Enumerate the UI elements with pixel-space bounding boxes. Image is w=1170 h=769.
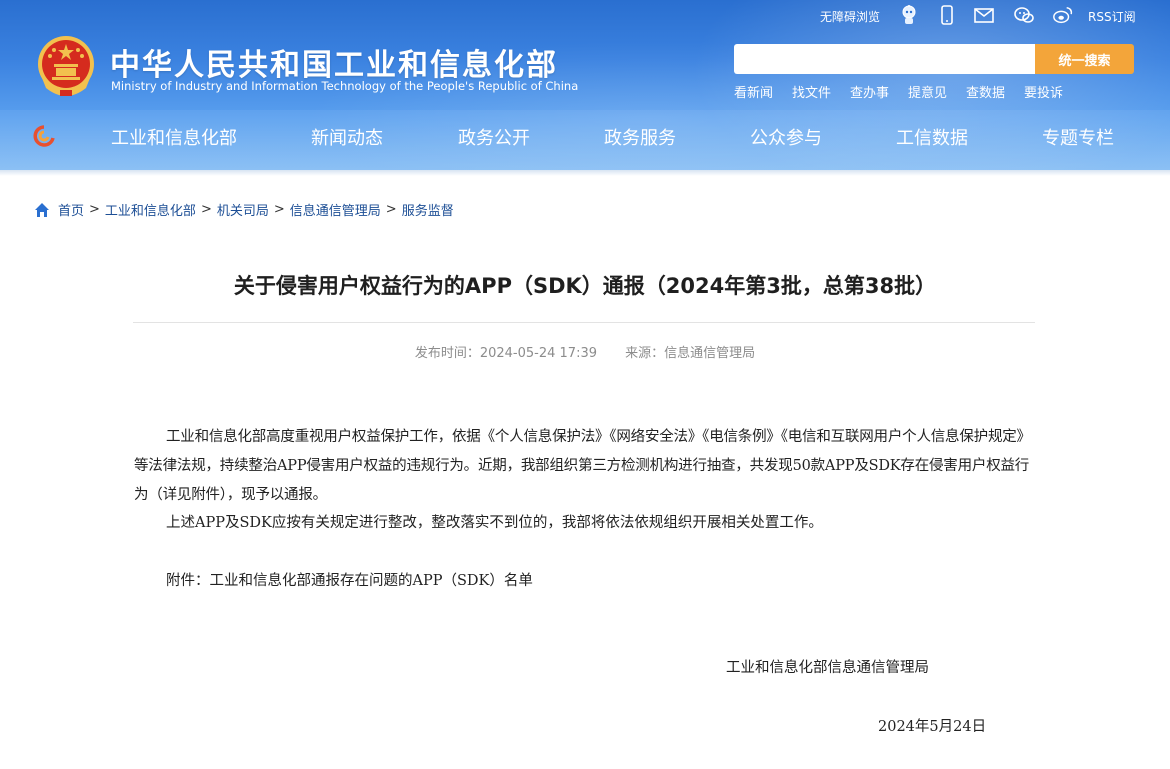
breadcrumb-separator: > <box>273 202 285 217</box>
breadcrumb-bureau[interactable]: 信息通信管理局 <box>290 200 381 219</box>
publish-time: 发布时间：2024-05-24 17:39 <box>414 346 597 361</box>
quick-link-feedback[interactable]: 提意见 <box>908 82 947 101</box>
mobile-icon[interactable] <box>936 4 958 26</box>
article-date: 2024年5月24日 <box>878 719 987 735</box>
nav-item-government-services[interactable]: 政务服务 <box>604 124 676 150</box>
search-button[interactable]: 统一搜索 <box>1035 44 1134 74</box>
wechat-icon[interactable] <box>1013 4 1035 26</box>
nav-item-data[interactable]: 工信数据 <box>896 124 968 150</box>
nav-item-public-participation[interactable]: 公众参与 <box>750 124 822 150</box>
breadcrumb-separator: > <box>385 202 397 217</box>
article-paragraph: 工业和信息化部高度重视用户权益保护工作，依据《个人信息保护法》《网络安全法》《电… <box>134 429 1031 503</box>
breadcrumb: 首页 > 工业和信息化部 > 机关司局 > 信息通信管理局 > 服务监督 <box>34 200 454 219</box>
quick-link-data[interactable]: 查数据 <box>966 82 1005 101</box>
article-title: 关于侵害用户权益行为的APP（SDK）通报（2024年第3批，总第38批） <box>233 274 937 298</box>
breadcrumb-supervision[interactable]: 服务监督 <box>402 200 454 219</box>
search-input[interactable] <box>734 44 1035 74</box>
robot-icon[interactable] <box>898 4 920 26</box>
emblem-icon[interactable] <box>36 34 96 98</box>
breadcrumb-home[interactable]: 首页 <box>58 200 84 219</box>
quick-link-files[interactable]: 找文件 <box>792 82 831 101</box>
breadcrumb-separator: > <box>89 202 100 217</box>
breadcrumb-departments[interactable]: 机关司局 <box>217 200 269 219</box>
quick-link-services[interactable]: 查办事 <box>850 82 889 101</box>
mail-icon[interactable] <box>973 4 995 26</box>
rss-link[interactable]: RSS订阅 <box>1088 8 1136 25</box>
nav-item-ministry[interactable]: 工业和信息化部 <box>111 124 237 150</box>
site-title[interactable]: 中华人民共和国工业和信息化部 <box>110 40 558 84</box>
nav-logo-icon[interactable] <box>32 125 56 147</box>
quick-link-news[interactable]: 看新闻 <box>734 82 773 101</box>
quick-link-complaint[interactable]: 要投诉 <box>1024 82 1063 101</box>
weibo-icon[interactable] <box>1052 4 1074 26</box>
attachment-link[interactable]: 附件：工业和信息化部通报存在问题的APP（SDK）名单 <box>166 567 1026 596</box>
nav-item-special-topics[interactable]: 专题专栏 <box>1042 124 1114 150</box>
breadcrumb-separator: > <box>200 202 212 217</box>
site-header: 中华人民共和国工业和信息化部 Ministry of Industry and … <box>0 0 1170 170</box>
nav-item-government-affairs[interactable]: 政务公开 <box>458 124 530 150</box>
accessibility-link[interactable]: 无障碍浏览 <box>820 4 880 28</box>
header-shadow <box>0 170 1170 176</box>
site-subtitle: Ministry of Industry and Information Tec… <box>111 79 579 93</box>
title-divider <box>133 322 1035 323</box>
breadcrumb-ministry[interactable]: 工业和信息化部 <box>105 200 196 219</box>
article-source: 来源：信息通信管理局 <box>625 346 756 361</box>
nav-item-news[interactable]: 新闻动态 <box>311 124 383 150</box>
article-paragraph: 上述APP及SDK应按有关规定进行整改，整改落实不到位的，我部将依法依规组织开展… <box>166 515 823 531</box>
article-signer: 工业和信息化部信息通信管理局 <box>726 660 929 676</box>
article-meta: 发布时间：2024-05-24 17:39 来源：信息通信管理局 <box>0 342 1170 361</box>
home-icon[interactable] <box>34 202 50 218</box>
